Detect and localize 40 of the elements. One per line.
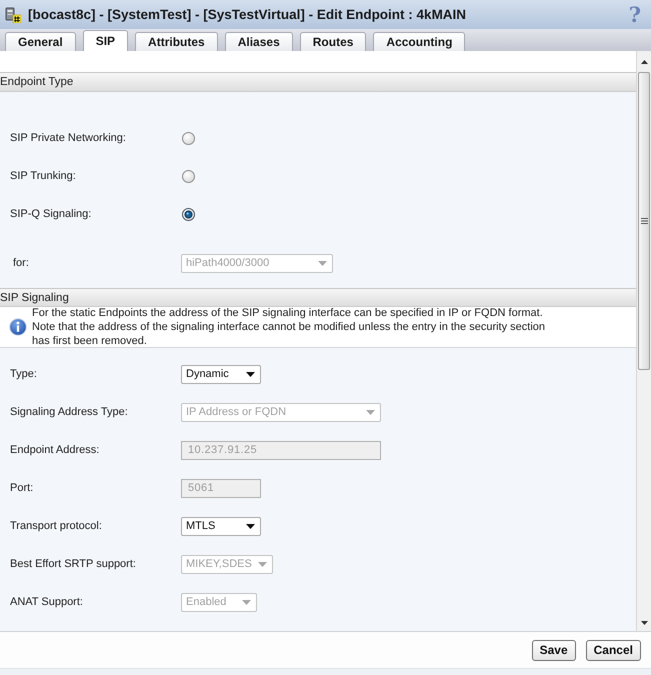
caret-icon — [242, 600, 251, 604]
field-label: SIP-Q Signaling: — [10, 208, 92, 220]
dropdown[interactable]: MTLS — [181, 516, 261, 536]
caret-icon — [318, 260, 327, 266]
scroll-up-icon[interactable] — [640, 60, 648, 64]
dialog-button[interactable]: Save — [532, 640, 576, 660]
dropdown[interactable]: Dynamic — [181, 364, 261, 384]
tab[interactable]: Attributes — [135, 32, 218, 51]
field-label: SIP Trunking: — [10, 170, 76, 182]
radio-button[interactable] — [182, 208, 195, 220]
tab[interactable]: SIP — [82, 30, 128, 51]
tab[interactable]: Aliases — [224, 32, 293, 51]
window-title: [bocast8c] - [SystemTest] - [SysTestVirtual] - Edit Endpoint : 4kMAIN — [28, 7, 468, 22]
info-icon — [9, 318, 27, 336]
field-label: Endpoint Address: — [10, 444, 100, 456]
field-label: Port: — [10, 482, 34, 494]
caret-icon — [366, 410, 375, 414]
dialog-button[interactable]: Cancel — [586, 640, 641, 660]
field-label: Best Effort SRTP support: — [10, 558, 136, 570]
info-note: For the static Endpoints the address of the SIP signaling interface can be specified in IP or FQDN format. Note that the address of the signaling interface cannot be modified unless the entry in the security section has first been removed. — [32, 306, 546, 348]
tab[interactable]: Accounting — [373, 32, 466, 51]
scroll-down-icon[interactable] — [640, 620, 648, 624]
tab[interactable]: General — [5, 32, 76, 51]
device-icon — [5, 6, 21, 22]
tab[interactable]: Routes — [300, 32, 366, 51]
radio-button[interactable] — [182, 132, 195, 144]
caret-icon — [246, 372, 255, 376]
caret-icon — [246, 524, 255, 528]
radio-button[interactable] — [182, 170, 195, 182]
section-title: Endpoint Type — [0, 76, 74, 88]
field-label: ANAT Support: — [10, 596, 83, 608]
field-label: Transport protocol: — [10, 520, 102, 532]
section-title: SIP Signaling — [0, 292, 69, 304]
scrollbar-thumb[interactable] — [638, 72, 650, 370]
caret-icon — [258, 562, 267, 566]
field-label: Type: — [10, 368, 37, 380]
field-label: Signaling Address Type: — [10, 406, 128, 418]
field-label: SIP Private Networking: — [10, 132, 126, 144]
field-label: for: — [13, 257, 29, 269]
grip-icon — [640, 218, 648, 224]
